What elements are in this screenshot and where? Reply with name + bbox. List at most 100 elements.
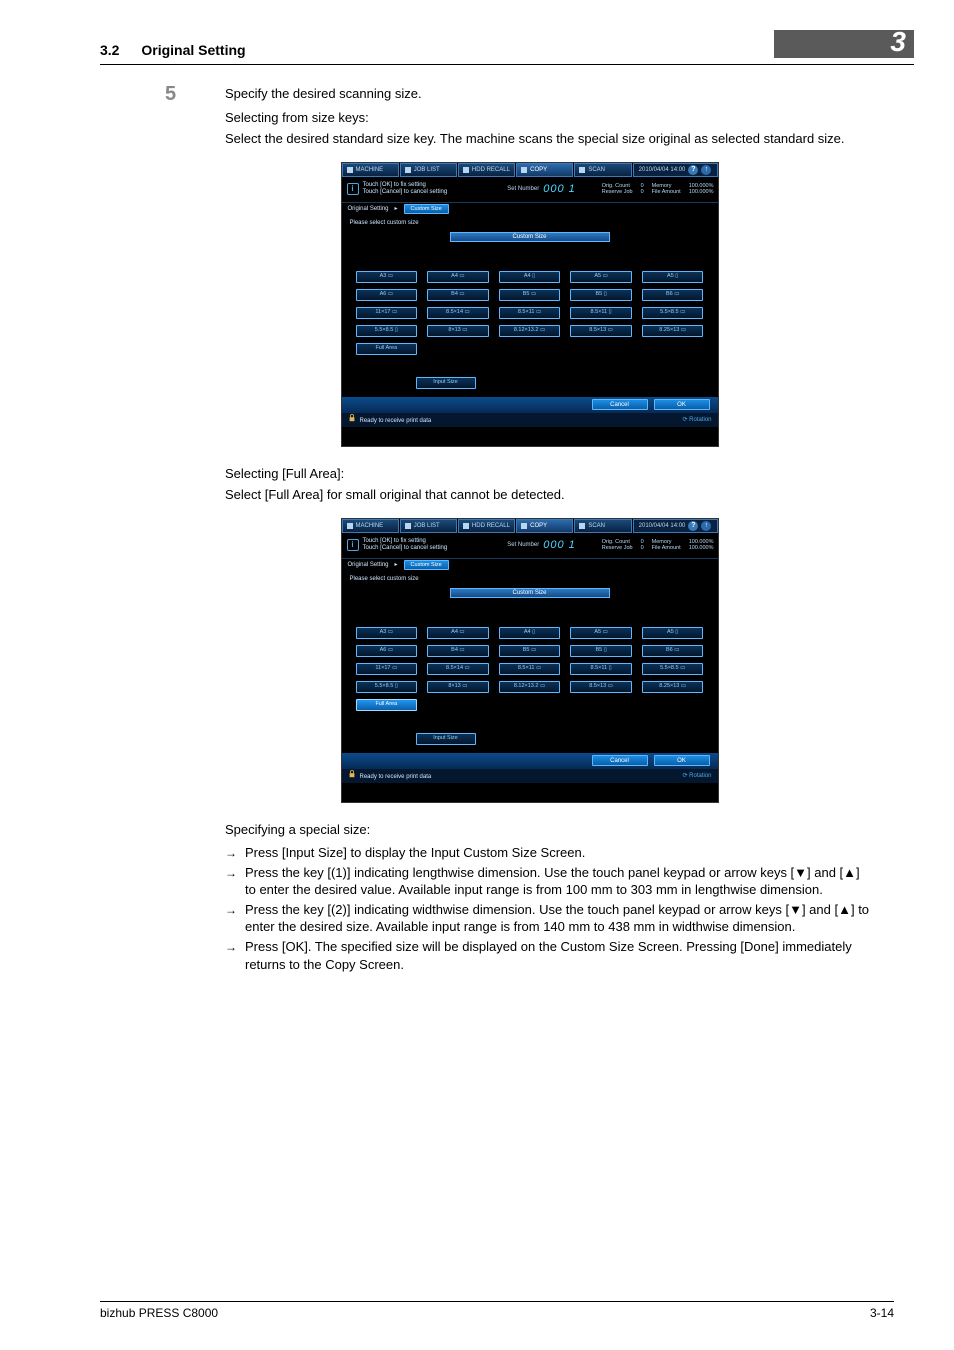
size-key[interactable]: B5 ▭ xyxy=(499,645,561,657)
cancel-button[interactable]: Cancel xyxy=(592,755,648,766)
size-key[interactable]: B6 ▭ xyxy=(642,645,704,657)
page-footer: bizhub PRESS C8000 3-14 xyxy=(0,1301,954,1320)
tab-scan[interactable]: SCAN xyxy=(574,519,631,533)
status-text: Ready to receive print data xyxy=(348,770,432,781)
size-key[interactable]: 8.25×13 ▭ xyxy=(642,681,704,693)
crumb-custom-size[interactable]: Custom Size xyxy=(404,204,449,214)
size-key[interactable]: 8×13 ▭ xyxy=(427,681,489,693)
tab-hdd[interactable]: HDD RECALL xyxy=(458,163,515,177)
set-number-value: 000 1 xyxy=(543,182,576,197)
size-key[interactable]: A3 ▭ xyxy=(356,627,418,639)
size-key[interactable]: 8×13 ▭ xyxy=(427,325,489,337)
size-key[interactable]: B5 ▯ xyxy=(570,645,632,657)
section-number: 3.2 xyxy=(100,42,119,58)
help-icon[interactable]: ? xyxy=(688,165,698,175)
size-key[interactable]: A4 ▭ xyxy=(427,271,489,283)
size-key[interactable]: 8.12×13.2 ▭ xyxy=(499,325,561,337)
info-message: Touch [OK] to fix setting Touch [Cancel]… xyxy=(363,182,448,196)
size-key[interactable]: 8.5×11 ▭ xyxy=(499,663,561,675)
step-number: 5 xyxy=(165,81,176,108)
rotation-indicator: ⟳ Rotation xyxy=(682,772,711,780)
page-header: 3.2 Original Setting 3 xyxy=(0,0,954,64)
ok-button[interactable]: OK xyxy=(654,399,710,410)
help-icon[interactable]: ? xyxy=(688,521,698,531)
chevron-right-icon: ▸ xyxy=(395,205,398,213)
machine-icon xyxy=(347,523,353,529)
size-key[interactable]: A5 ▭ xyxy=(570,271,632,283)
breadcrumb: Original Setting ▸ Custom Size xyxy=(342,203,718,215)
size-key[interactable]: 8.5×11 ▯ xyxy=(570,663,632,675)
size-key[interactable]: A6 ▭ xyxy=(356,645,418,657)
size-key[interactable]: 5.5×8.5 ▯ xyxy=(356,325,418,337)
chevron-right-icon: ▸ xyxy=(395,561,398,569)
footer-page: 3-14 xyxy=(870,1306,894,1320)
step-5: 5 Specify the desired scanning size. xyxy=(225,85,874,103)
segment-custom-size[interactable]: Custom Size xyxy=(450,232,610,242)
size-key[interactable]: A5 ▯ xyxy=(642,627,704,639)
size-key[interactable]: A5 ▯ xyxy=(642,271,704,283)
tab-machine[interactable]: MACHINE xyxy=(342,163,399,177)
up-icon[interactable]: ↑ xyxy=(701,521,711,531)
size-key[interactable]: 8.25×13 ▭ xyxy=(642,325,704,337)
size-key[interactable]: 5.5×8.5 ▭ xyxy=(642,663,704,675)
info-icon: i xyxy=(347,183,359,195)
scan-icon xyxy=(579,523,585,529)
tab-joblist[interactable]: JOB LIST xyxy=(400,519,457,533)
tab-hdd[interactable]: HDD RECALL xyxy=(458,519,515,533)
tab-copy[interactable]: COPY xyxy=(516,519,573,533)
size-key[interactable]: A6 ▭ xyxy=(356,289,418,301)
screenshot-sizekeys: MACHINE JOB LIST HDD RECALL COPY SCAN 20… xyxy=(185,162,874,447)
size-key[interactable]: A4 ▯ xyxy=(499,627,561,639)
size-key[interactable]: 8.5×14 ▭ xyxy=(427,663,489,675)
input-size-button[interactable]: Input Size xyxy=(416,733,476,745)
crumb-original-setting[interactable]: Original Setting xyxy=(348,561,389,569)
touch-panel: MACHINE JOB LIST HDD RECALL COPY SCAN 20… xyxy=(341,162,719,447)
crumb-custom-size[interactable]: Custom Size xyxy=(404,560,449,570)
hdd-icon xyxy=(463,167,469,173)
crumb-original-setting[interactable]: Original Setting xyxy=(348,205,389,213)
size-key[interactable]: 8.5×11 ▯ xyxy=(570,307,632,319)
size-key[interactable]: B5 ▭ xyxy=(499,289,561,301)
full-area-key[interactable]: Full Area xyxy=(356,699,418,711)
header-right: 3 xyxy=(774,30,914,58)
size-key[interactable]: 5.5×8.5 ▯ xyxy=(356,681,418,693)
size-key[interactable]: 8.5×13 ▭ xyxy=(570,325,632,337)
copy-icon xyxy=(521,167,527,173)
datetime: 2010/04/04 14:00 xyxy=(639,166,686,174)
size-key[interactable]: 5.5×8.5 ▭ xyxy=(642,307,704,319)
bullet-item: Press [OK]. The specified size will be d… xyxy=(225,938,874,973)
ok-button[interactable]: OK xyxy=(654,755,710,766)
size-key[interactable]: A4 ▭ xyxy=(427,627,489,639)
size-key[interactable]: B5 ▯ xyxy=(570,289,632,301)
special-heading: Specifying a special size: xyxy=(225,821,874,839)
tab-machine[interactable]: MACHINE xyxy=(342,519,399,533)
lock-icon xyxy=(348,414,356,422)
panel-subtitle: Please select custom size xyxy=(342,571,718,587)
machine-icon xyxy=(347,167,353,173)
fullarea-body: Select [Full Area] for small original th… xyxy=(225,486,874,504)
size-key[interactable]: A4 ▯ xyxy=(499,271,561,283)
tab-scan[interactable]: SCAN xyxy=(574,163,631,177)
tab-copy[interactable]: COPY xyxy=(516,163,573,177)
size-key[interactable]: B6 ▭ xyxy=(642,289,704,301)
size-key[interactable]: B4 ▭ xyxy=(427,289,489,301)
datetime-area: 2010/04/04 14:00 ? ↑ xyxy=(633,163,718,177)
segment-custom-size[interactable]: Custom Size xyxy=(450,588,610,598)
input-size-button[interactable]: Input Size xyxy=(416,377,476,389)
size-key[interactable]: 8.12×13.2 ▭ xyxy=(499,681,561,693)
size-key[interactable]: A5 ▭ xyxy=(570,627,632,639)
size-key[interactable]: B4 ▭ xyxy=(427,645,489,657)
cancel-button[interactable]: Cancel xyxy=(592,399,648,410)
size-key[interactable]: 8.5×11 ▭ xyxy=(499,307,561,319)
size-key[interactable]: A3 ▭ xyxy=(356,271,418,283)
size-grid: A3 ▭ A4 ▭ A4 ▯ A5 ▭ A5 ▯ A6 ▭ B4 ▭ B5 ▭ … xyxy=(356,271,704,355)
size-key[interactable]: 8.5×14 ▭ xyxy=(427,307,489,319)
full-area-key[interactable]: Full Area xyxy=(356,343,418,355)
size-key[interactable]: 11×17 ▭ xyxy=(356,663,418,675)
size-key[interactable]: 8.5×13 ▭ xyxy=(570,681,632,693)
set-number-label: Set Number xyxy=(507,185,539,193)
tab-joblist[interactable]: JOB LIST xyxy=(400,163,457,177)
size-key[interactable]: 11×17 ▭ xyxy=(356,307,418,319)
up-icon[interactable]: ↑ xyxy=(701,165,711,175)
list-icon xyxy=(405,523,411,529)
